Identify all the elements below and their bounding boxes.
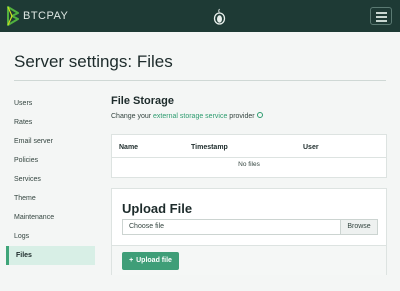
- upload-card-footer: + Upload file: [112, 245, 386, 275]
- plus-icon: +: [129, 257, 134, 264]
- column-header-user: User: [303, 144, 319, 151]
- column-header-timestamp: Timestamp: [191, 144, 228, 151]
- sidebar-item-maintenance[interactable]: Maintenance: [6, 208, 95, 227]
- file-input[interactable]: Choose file Browse: [122, 219, 378, 235]
- tor-onion-icon[interactable]: [213, 7, 226, 25]
- file-input-placeholder: Choose file: [129, 223, 165, 230]
- sidebar-item-services[interactable]: Services: [6, 170, 95, 189]
- table-divider: [112, 157, 386, 158]
- brand-link[interactable]: BTCPAY: [6, 6, 68, 26]
- sidebar-item-email-server[interactable]: Email server: [6, 132, 95, 151]
- external-storage-link[interactable]: external storage service: [153, 113, 227, 120]
- column-header-name: Name: [119, 144, 139, 151]
- browse-button[interactable]: Browse: [340, 220, 377, 234]
- upload-file-button[interactable]: + Upload file: [122, 252, 179, 270]
- sidebar-item-policies[interactable]: Policies: [6, 151, 95, 170]
- sidebar-item-theme[interactable]: Theme: [6, 189, 95, 208]
- upload-file-card: Upload File Choose file Browse + Upload …: [111, 188, 387, 275]
- sidebar-item-users[interactable]: Users: [6, 94, 95, 113]
- empty-table-message: No files: [238, 161, 260, 168]
- upload-file-heading: Upload File: [122, 201, 193, 216]
- title-divider: [14, 80, 386, 81]
- top-navbar: BTCPAY: [0, 0, 400, 32]
- page-title: Server settings: Files: [14, 52, 173, 71]
- files-table: Name Timestamp User No files: [111, 134, 387, 178]
- file-storage-heading: File Storage: [111, 95, 174, 107]
- question-circle-icon[interactable]: [256, 112, 263, 119]
- brand-text: BTCPAY: [23, 10, 69, 22]
- storage-description: Change your external storage service pro…: [111, 112, 263, 120]
- hamburger-icon: [376, 12, 387, 14]
- sidebar-item-logs[interactable]: Logs: [6, 227, 95, 246]
- sidebar-item-rates[interactable]: Rates: [6, 113, 95, 132]
- btcpay-logo-icon: [7, 6, 19, 26]
- settings-sidebar: Users Rates Email server Policies Servic…: [6, 94, 95, 265]
- menu-button[interactable]: [370, 7, 392, 25]
- sidebar-item-files[interactable]: Files: [6, 246, 95, 265]
